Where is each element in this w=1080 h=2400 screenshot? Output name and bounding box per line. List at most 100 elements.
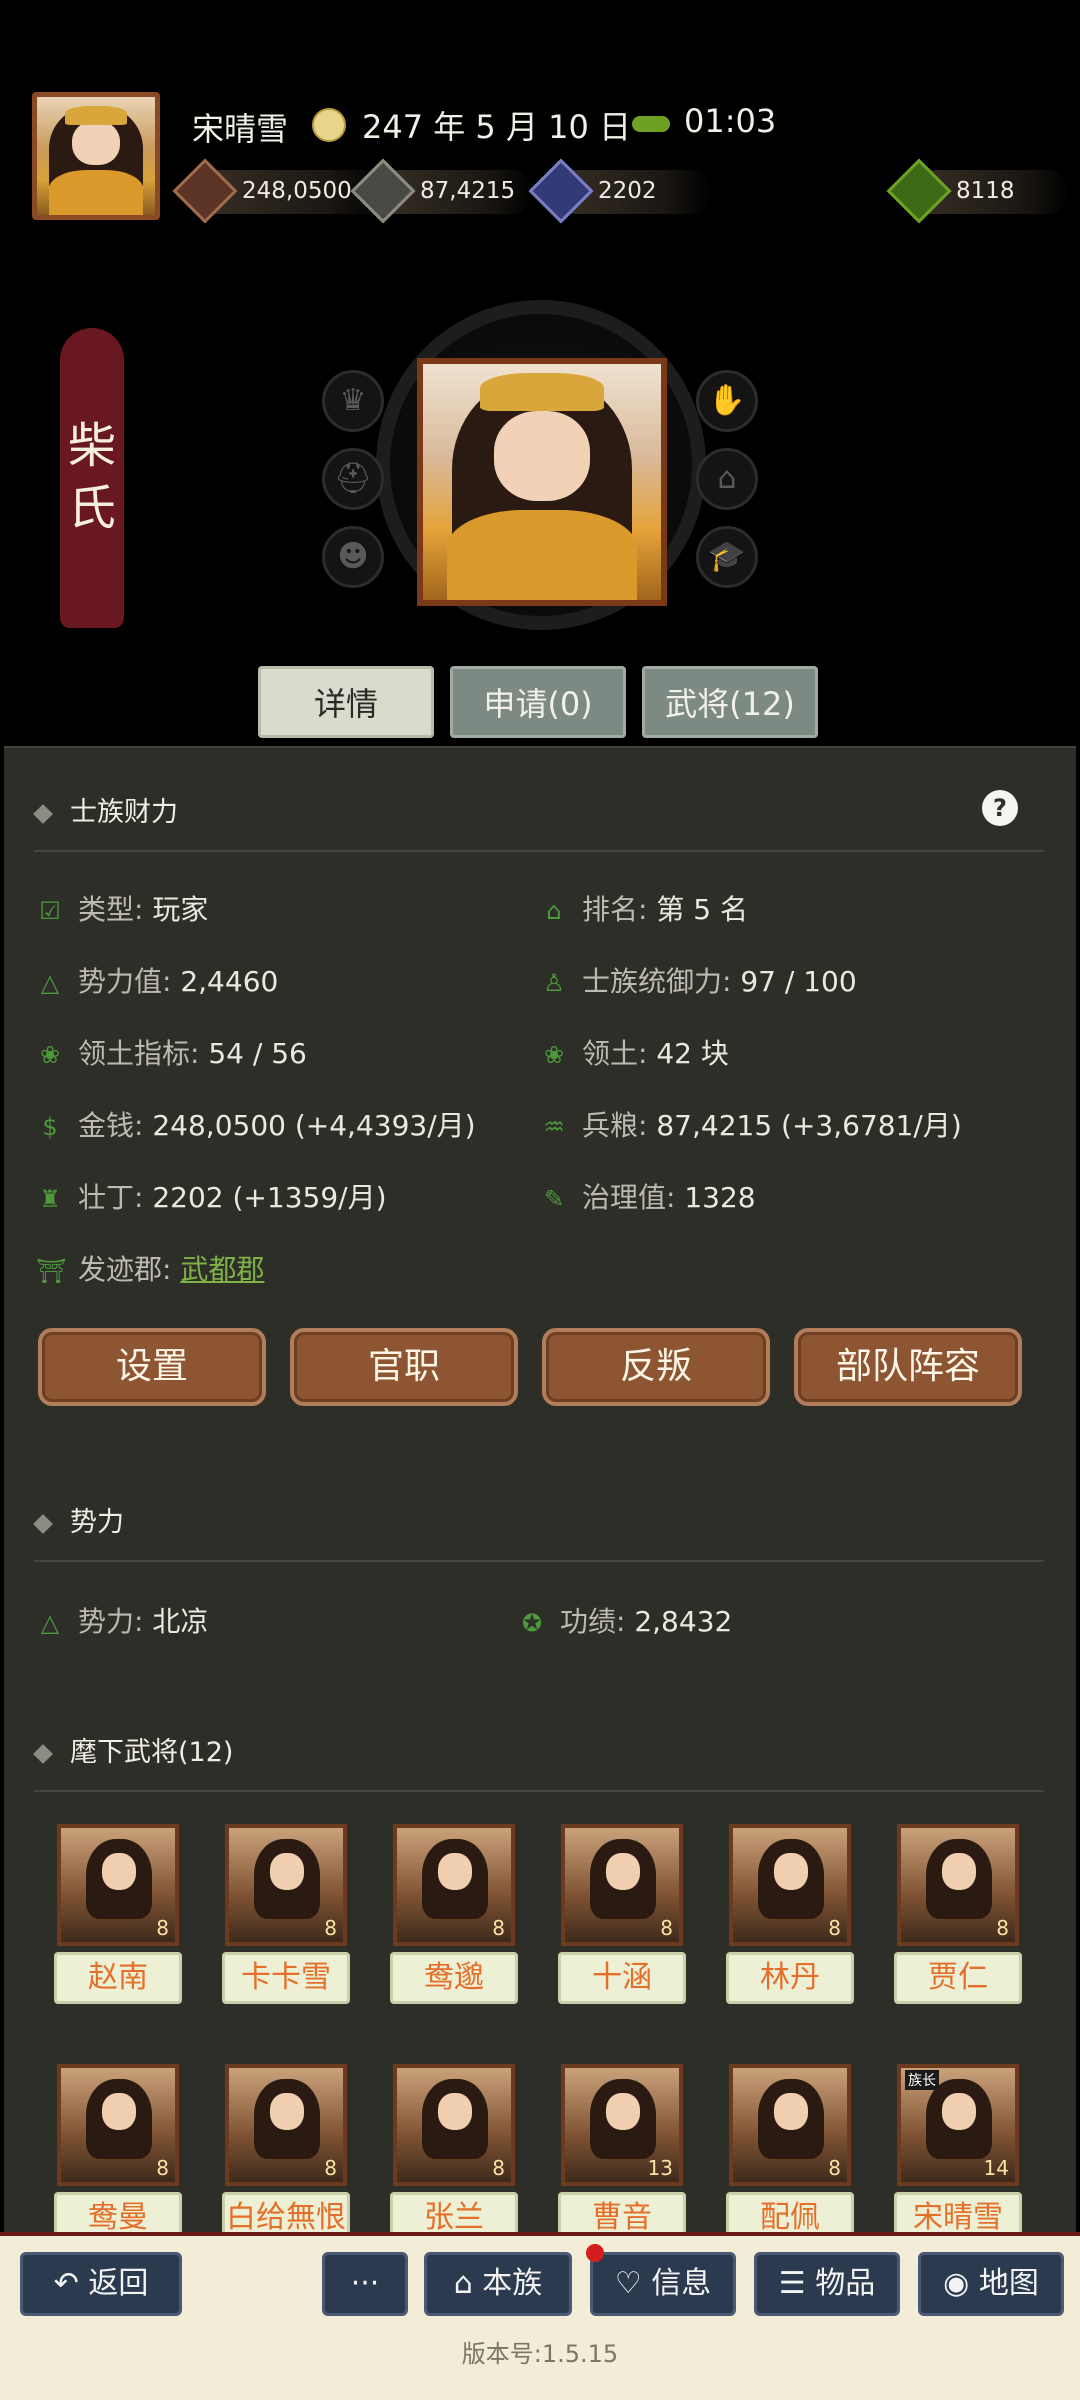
grain-resource: 87,4215 [350,158,534,224]
info-rank: ⌂ 排名: 第 5 名 [540,888,748,928]
general-cost: 8 [492,2156,505,2180]
scroll-icon: ☰ [778,2266,806,2301]
more-button[interactable]: ··· [322,2252,408,2316]
settings-button[interactable]: 设置 [38,1328,266,1406]
info-power-value: △ 势力值: 2,4460 [36,960,279,1000]
notification-dot [586,2244,604,2262]
general-card[interactable]: 13 曹音 [558,2064,686,2244]
general-portrait: 8 [897,1824,1019,1946]
coin-icon: $ [42,1113,58,1141]
tab-generals[interactable]: 武将(12) [642,666,818,738]
hat-icon: ⌂ [546,897,562,925]
leader-portrait[interactable] [417,358,667,606]
info-money: $ 金钱: 248,0500 (+4,4393/月) [36,1104,475,1144]
chat-icon: ♡ [614,2266,642,2301]
mask-icon[interactable]: ☻ [322,526,384,588]
general-cost: 8 [156,2156,169,2180]
general-portrait: 8 [393,2064,515,2186]
general-card[interactable]: 8 鸯曼 [54,2064,182,2244]
general-name: 赵南 [54,1952,182,2004]
info-territory-quota: ❀ 领土指标: 54 / 56 [36,1032,307,1072]
hat-icon[interactable]: ⌂ [696,448,758,510]
divider [34,1790,1044,1792]
info-origin-commandery: ⛩ 发迹郡: 武都郡 [36,1253,265,1286]
info-faction: △ 势力: 北凉 [36,1600,209,1640]
general-portrait: 8 [729,1824,851,1946]
general-cost: 8 [828,2156,841,2180]
back-button[interactable]: ↶ 返回 [20,2252,182,2316]
general-portrait: 8 [225,1824,347,1946]
general-card[interactable]: 8 鸯邈 [390,1824,518,2004]
divider [34,850,1044,852]
info-command: ♙ 士族统御力: 97 / 100 [540,960,856,1000]
general-name: 林丹 [726,1952,854,2004]
section-power-title: 势力 [33,1500,124,1539]
info-merit: ✪ 功绩: 2,8432 [518,1600,732,1640]
general-card[interactable]: 8 贾仁 [894,1824,1022,2004]
general-portrait: 8 [57,1824,179,1946]
section-generals-title: 麾下武将(12) [33,1730,233,1769]
general-card[interactable]: 8 张兰 [390,2064,518,2244]
general-portrait: 8 [561,1824,683,1946]
general-name: 鸯邈 [390,1952,518,2004]
general-card[interactable]: 8 十涵 [558,1824,686,2004]
items-button[interactable]: ☰ 物品 [754,2252,900,2316]
general-portrait: 8 [225,2064,347,2186]
rebel-button[interactable]: 反叛 [542,1328,770,1406]
general-card[interactable]: 8 配佩 [726,2064,854,2244]
special-resource: 8118 [886,158,1070,224]
help-icon[interactable]: ? [982,790,1018,826]
general-card[interactable]: 8 卡卡雪 [222,1824,350,2004]
info-manpower: ♜ 壮丁: 2202 (+1359/月) [36,1176,386,1216]
soldier-resource: 2202 [528,158,712,224]
feather-icon: ✎ [543,1185,565,1213]
grain-icon: ♒ [543,1113,565,1141]
general-name: 卡卡雪 [222,1952,350,2004]
general-cost: 8 [996,1916,1009,1940]
general-cost: 8 [324,1916,337,1940]
info-button[interactable]: ♡ 信息 [590,2252,736,2316]
general-card[interactable]: 8 白给無恨 [222,2064,350,2244]
general-card[interactable]: 8 林丹 [726,1824,854,2004]
general-cost: 8 [828,1916,841,1940]
general-cost: 13 [647,2156,673,2180]
calendar-icon [312,108,346,142]
divider [34,1560,1044,1562]
troop-formation-button[interactable]: 部队阵容 [794,1328,1022,1406]
general-card[interactable]: 族长 14 宋晴雪 [894,2064,1022,2244]
mountain-icon: △ [40,969,60,997]
general-cost: 14 [983,2156,1009,2180]
globe-icon: ◉ [943,2266,970,2301]
game-time: 01:03 [684,102,777,140]
general-portrait: 8 [393,1824,515,1946]
back-arrow-icon: ↶ [53,2266,79,2301]
version-label: 版本号:1.5.15 [461,2340,619,2368]
player-avatar[interactable] [32,92,160,220]
hat-icon: ⌂ [453,2266,473,2301]
strongman-icon: ♜ [39,1185,61,1213]
general-card[interactable]: 8 赵南 [54,1824,182,2004]
section-wealth-title: 士族财力 [33,790,178,829]
helmet-icon[interactable]: ⛑ [322,448,384,510]
general-cost: 8 [156,1916,169,1940]
leader-tag: 族长 [905,2070,939,2090]
info-grain: ♒ 兵粮: 87,4215 (+3,6781/月) [540,1104,962,1144]
gate-icon: ⛩ [36,1257,67,1285]
tab-applications[interactable]: 申请(0) [450,666,626,738]
game-date: 247 年 5 月 10 日 [362,108,632,146]
general-portrait: 8 [57,2064,179,2186]
player-name: 宋晴雪 [192,110,289,148]
hand-coin-icon[interactable]: ✋ [696,370,758,432]
office-button[interactable]: 官职 [290,1328,518,1406]
tab-details[interactable]: 详情 [258,666,434,738]
info-type: ☑ 类型: 玩家 [36,888,208,928]
scholar-cap-icon[interactable]: 🎓 [696,526,758,588]
crown-icon[interactable]: ♛ [322,370,384,432]
commandery-link[interactable]: 武都郡 [180,1253,264,1286]
clan-button[interactable]: ⌂ 本族 [424,2252,572,2316]
map-button[interactable]: ◉ 地图 [918,2252,1064,2316]
info-governance: ✎ 治理值: 1328 [540,1176,756,1216]
info-territory: ❀ 领土: 42 块 [540,1032,729,1072]
general-portrait: 13 [561,2064,683,2186]
mountain-icon: △ [40,1609,60,1637]
